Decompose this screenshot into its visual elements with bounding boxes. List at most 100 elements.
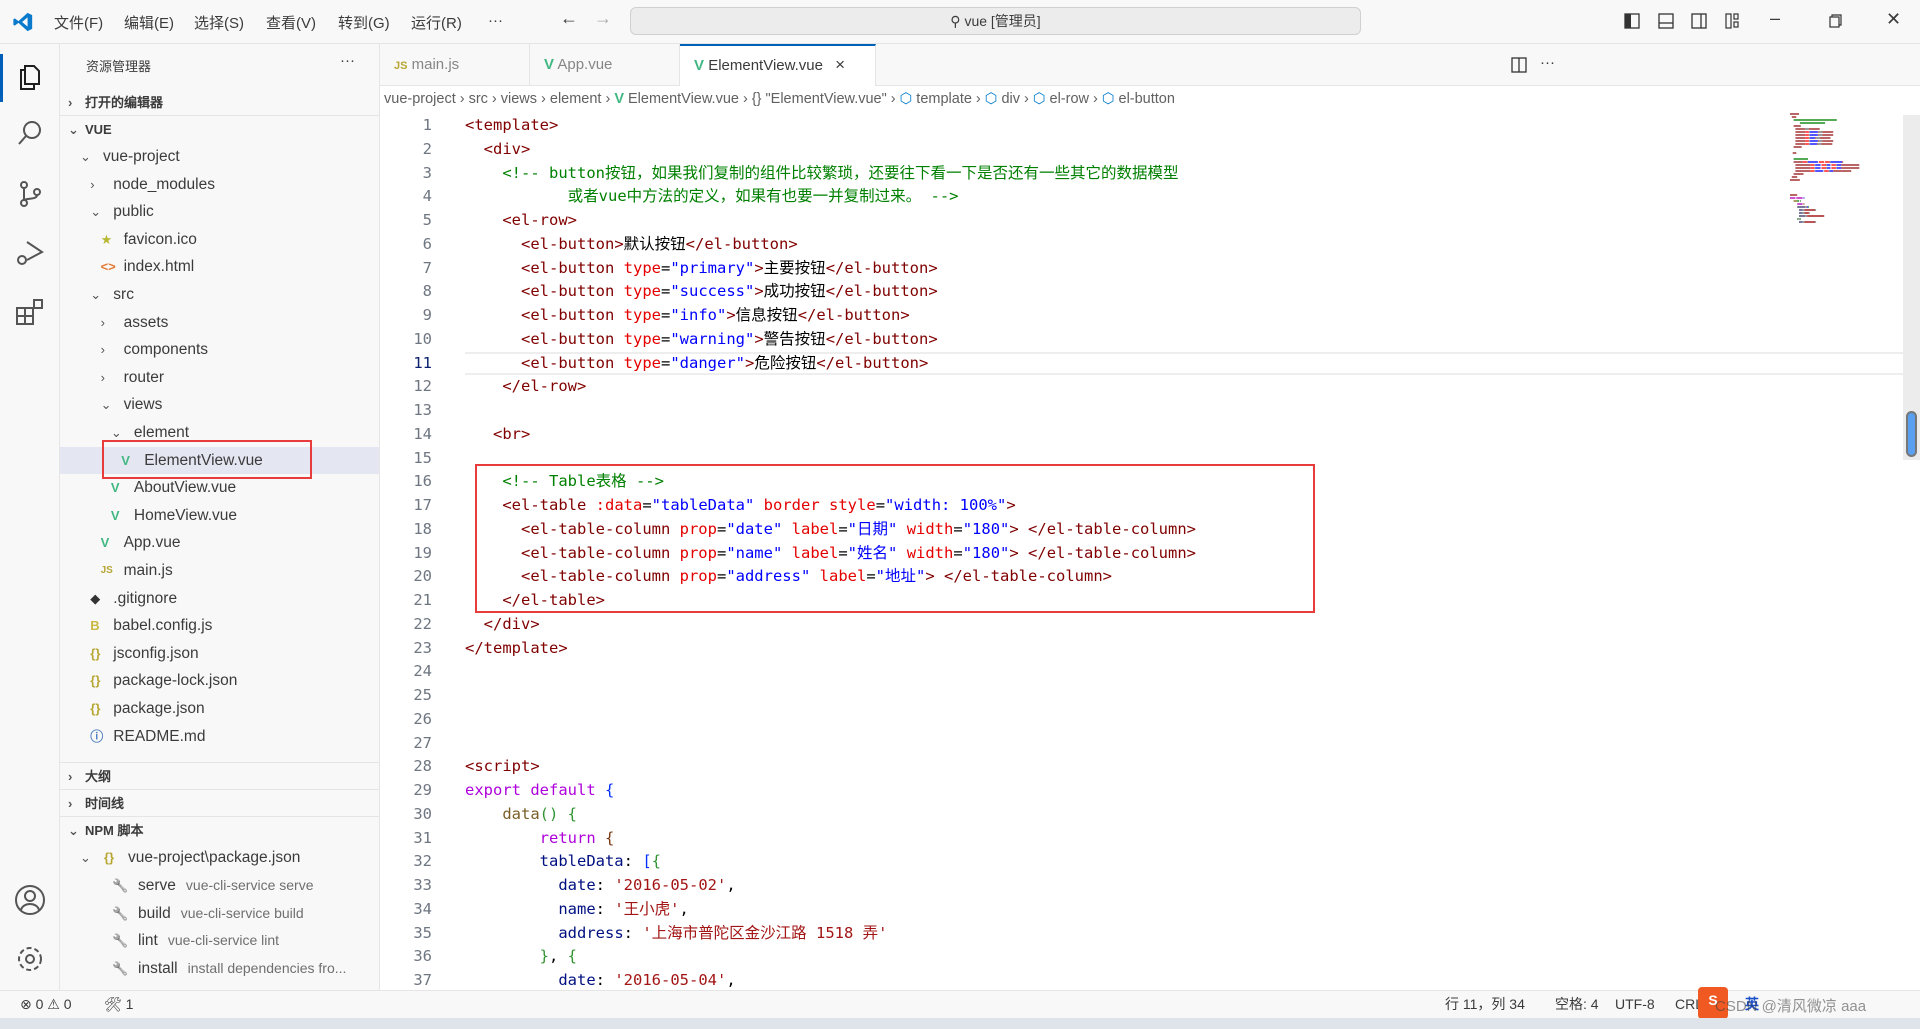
wrench-icon: 🔧 (112, 878, 129, 893)
extensions-icon[interactable] (12, 294, 48, 330)
tree-item[interactable]: › node_modules (60, 171, 379, 198)
breadcrumb-item[interactable]: src (469, 91, 488, 107)
npm-script-label: build vue-cli-service build (138, 900, 304, 927)
forward-arrow-icon[interactable]: → (594, 8, 612, 29)
menu-file[interactable]: 文件(F) (54, 12, 103, 33)
code-token: <el-button (521, 329, 624, 348)
minimap-mark (1805, 131, 1809, 133)
tree-item[interactable]: › components (60, 336, 379, 363)
menu-more[interactable]: ··· (488, 12, 503, 29)
editor-more-actions-icon[interactable]: ··· (1540, 54, 1555, 71)
breadcrumb-item[interactable]: el-row (1050, 91, 1089, 107)
tree-item-label: vue-project (103, 148, 180, 165)
breadcrumb-item[interactable]: div (1001, 91, 1020, 107)
close-tab-icon[interactable]: × (835, 55, 845, 74)
tree-item[interactable]: {} package-lock.json (60, 667, 379, 694)
customize-layout-icon[interactable] (1723, 12, 1741, 30)
menu-view[interactable]: 查看(V) (266, 12, 316, 33)
line-code: <el-button type="success">成功按钮</el-butto… (465, 280, 938, 304)
minimap-mark (1828, 170, 1830, 172)
restore-icon[interactable] (1826, 12, 1844, 30)
minimize-icon[interactable]: – (1770, 8, 1780, 29)
tab-main-js[interactable]: JS main.js (380, 44, 530, 86)
tab-app-vue[interactable]: V App.vue (530, 44, 680, 86)
minimap-mark (1793, 200, 1798, 202)
tree-item[interactable]: › router (60, 364, 379, 391)
tree-item[interactable]: › assets (60, 309, 379, 336)
indentation[interactable]: 空格: 4 (1555, 991, 1599, 1018)
menu-edit[interactable]: 编辑(E) (124, 12, 174, 33)
code-line: 23 </template> (380, 637, 1780, 661)
breadcrumb-item[interactable]: element (550, 91, 602, 107)
code-line: 26 (380, 708, 1780, 732)
npm-package-item[interactable]: ⌄ {} vue-project\package.json (60, 844, 379, 871)
open-editors-section[interactable]: › 打开的编辑器 (60, 89, 379, 116)
npm-script-install[interactable]: 🔧 install install dependencies fro... (60, 955, 379, 982)
minimap-mark (1797, 203, 1803, 205)
npm-script-build[interactable]: 🔧 build vue-cli-service build (60, 900, 379, 927)
tree-item[interactable]: V HomeView.vue (60, 502, 379, 529)
back-arrow-icon[interactable]: ← (560, 8, 578, 29)
vue-root-section[interactable]: ⌄ VUE (60, 116, 379, 143)
toggle-secondary-sidebar-icon[interactable] (1690, 12, 1708, 30)
vertical-scrollbar[interactable] (1903, 115, 1920, 460)
tab-elementview-vue[interactable]: V ElementView.vue × (680, 44, 876, 87)
close-window-icon[interactable]: ✕ (1886, 9, 1901, 30)
tree-item[interactable]: {} jsconfig.json (60, 640, 379, 667)
tree-item-label: main.js (123, 562, 173, 579)
toggle-primary-sidebar-icon[interactable] (1623, 12, 1641, 30)
run-debug-icon[interactable] (12, 236, 48, 272)
explorer-files-icon[interactable] (12, 58, 48, 94)
minimap[interactable] (1790, 113, 1880, 243)
timeline-section[interactable]: › 时间线 (60, 789, 379, 816)
tree-item[interactable]: V App.vue (60, 529, 379, 556)
tree-item[interactable]: JS main.js (60, 557, 379, 584)
npm-script-lint[interactable]: 🔧 lint vue-cli-service lint (60, 927, 379, 954)
menu-selection[interactable]: 选择(S) (194, 12, 244, 33)
tree-item[interactable]: ⌄ views (60, 391, 379, 418)
encoding[interactable]: UTF-8 (1615, 991, 1655, 1018)
explorer-more-button[interactable]: ··· (340, 52, 355, 69)
split-editor-icon[interactable] (1510, 56, 1528, 74)
scrollbar-thumb[interactable] (1906, 411, 1917, 457)
tree-item[interactable]: ⌄ vue-project (60, 143, 379, 170)
minimap-mark (1804, 209, 1816, 211)
cursor-position[interactable]: 行 11，列 34 (1445, 991, 1525, 1018)
code-line: 22 </div> (380, 613, 1780, 637)
breadcrumb-item[interactable]: vue-project (384, 91, 456, 107)
tree-item[interactable]: ⌄ src (60, 281, 379, 308)
minimap-mark (1836, 164, 1842, 166)
favicon-star-icon: ★ (100, 231, 113, 247)
npm-script-serve[interactable]: 🔧 serve vue-cli-service serve (60, 872, 379, 899)
breadcrumb-item[interactable]: el-button (1119, 91, 1175, 107)
breadcrumb-item[interactable]: template (916, 91, 972, 107)
tree-item[interactable]: ★ favicon.ico (60, 226, 379, 253)
toggle-panel-icon[interactable] (1657, 12, 1675, 30)
ports-status[interactable]: 🛠 1 (104, 991, 133, 1018)
menu-go[interactable]: 转到(G) (338, 12, 390, 33)
breadcrumb-item[interactable]: ElementView.vue (628, 91, 739, 107)
section-label: NPM 脚本 (85, 823, 144, 838)
tree-item[interactable]: ⓘ README.md (60, 723, 379, 750)
errors-status[interactable]: ⊗ 0 ⚠ 0 (20, 991, 72, 1018)
accounts-icon[interactable] (12, 882, 48, 918)
tree-item[interactable]: Bbabel.config.js (60, 612, 379, 639)
tree-item[interactable]: {} package.json (60, 695, 379, 722)
breadcrumb-item[interactable]: {} "ElementView.vue" (752, 91, 887, 107)
settings-gear-icon[interactable] (12, 941, 48, 977)
command-center-search[interactable]: ⚲ vue [管理员] (630, 7, 1361, 35)
tree-item[interactable]: <> index.html (60, 253, 379, 280)
menu-run[interactable]: 运行(R) (411, 12, 462, 33)
tree-item[interactable]: ⌄ public (60, 198, 379, 225)
code-token: default (530, 781, 596, 799)
source-control-icon[interactable] (12, 176, 48, 212)
tree-item[interactable]: ◆ .gitignore (60, 585, 379, 612)
code-token: : (595, 876, 615, 894)
breadcrumb-item[interactable]: views (501, 91, 537, 107)
minimap-mark (1826, 167, 1831, 169)
outline-section[interactable]: › 大纲 (60, 762, 379, 789)
minimap-mark (1809, 134, 1818, 136)
npm-scripts-section[interactable]: ⌄ NPM 脚本 (60, 816, 379, 843)
search-icon[interactable] (12, 116, 48, 152)
